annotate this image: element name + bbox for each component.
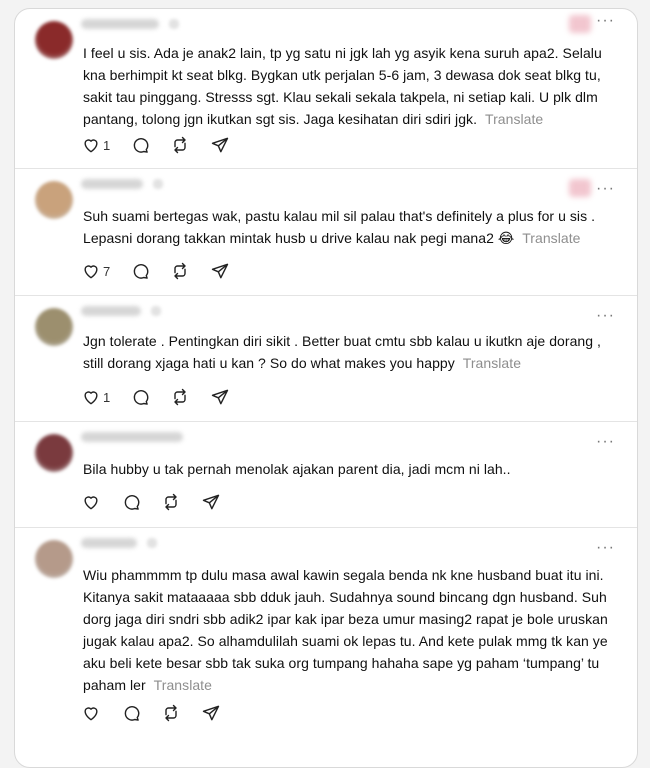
- avatar[interactable]: [35, 540, 73, 578]
- repost-button[interactable]: [170, 261, 190, 281]
- repost-button[interactable]: [170, 387, 190, 407]
- username-blurred[interactable]: [81, 432, 183, 442]
- reply-body: Jgn tolerate . Pentingkan diri sikit . B…: [83, 333, 601, 371]
- like-button[interactable]: [81, 703, 101, 723]
- username-blurred[interactable]: [81, 179, 143, 189]
- replies-panel: ··· I feel u sis. Ada je anak2 lain, tp …: [14, 8, 638, 768]
- share-button[interactable]: [210, 135, 230, 155]
- comment-icon: [133, 138, 149, 153]
- reply-button[interactable]: [121, 703, 141, 723]
- timestamp-blurred: [151, 306, 161, 316]
- timestamp-blurred: [147, 538, 157, 548]
- reply-body: Bila hubby u tak pernah menolak ajakan p…: [83, 461, 511, 477]
- repost-icon: [174, 262, 186, 280]
- avatar[interactable]: [35, 434, 73, 472]
- reply-button[interactable]: [130, 135, 150, 155]
- translate-link[interactable]: Translate: [522, 230, 580, 246]
- translate-link[interactable]: Translate: [154, 677, 212, 693]
- timestamp-blurred: [153, 179, 163, 189]
- share-button[interactable]: [201, 703, 221, 723]
- action-bar: 1: [81, 133, 250, 157]
- avatar[interactable]: [35, 308, 73, 346]
- heart-icon: [84, 139, 98, 153]
- share-button[interactable]: [210, 387, 230, 407]
- heart-icon: [84, 707, 98, 721]
- more-options-icon[interactable]: ···: [596, 308, 615, 324]
- more-options-icon[interactable]: ···: [596, 181, 615, 197]
- send-icon: [202, 705, 220, 721]
- send-icon: [202, 494, 220, 510]
- comment-icon: [133, 390, 149, 405]
- repost-icon: [165, 704, 177, 722]
- action-bar: 7: [81, 259, 250, 283]
- comment-icon: [124, 706, 140, 721]
- translate-link[interactable]: Translate: [485, 111, 543, 127]
- avatar[interactable]: [35, 181, 73, 219]
- reply-text: Jgn tolerate . Pentingkan diri sikit . B…: [83, 330, 619, 374]
- like-count: 7: [103, 263, 111, 279]
- send-icon: [212, 137, 229, 153]
- comment-icon: [124, 495, 140, 510]
- username-blurred[interactable]: [81, 538, 137, 548]
- reply-post: ··· Jgn tolerate . Pentingkan diri sikit…: [15, 296, 637, 422]
- repost-button[interactable]: [161, 703, 181, 723]
- blurred-badge: [569, 15, 591, 33]
- reply-text: Wiu phammmm tp dulu masa awal kawin sega…: [83, 564, 619, 696]
- like-button[interactable]: 1: [81, 387, 110, 407]
- send-icon: [212, 389, 229, 405]
- blurred-badge: [569, 179, 591, 197]
- repost-icon: [165, 493, 177, 511]
- reply-text: Bila hubby u tak pernah menolak ajakan p…: [83, 458, 619, 480]
- action-bar: [81, 701, 241, 725]
- repost-button[interactable]: [161, 492, 181, 512]
- like-count: 1: [103, 389, 111, 405]
- reply-button[interactable]: [121, 492, 141, 512]
- reply-text: Suh suami bertegas wak, pastu kalau mil …: [83, 205, 619, 249]
- more-options-icon[interactable]: ···: [596, 434, 615, 450]
- more-options-icon[interactable]: ···: [596, 13, 615, 29]
- reply-body: Wiu phammmm tp dulu masa awal kawin sega…: [83, 567, 608, 693]
- like-count: 1: [103, 137, 111, 153]
- comment-icon: [133, 264, 149, 279]
- action-bar: [81, 490, 241, 514]
- heart-icon: [84, 265, 98, 279]
- translate-link[interactable]: Translate: [463, 355, 521, 371]
- like-button[interactable]: 7: [81, 261, 110, 281]
- avatar[interactable]: [35, 21, 73, 59]
- username-blurred[interactable]: [81, 19, 159, 29]
- reply-text: I feel u sis. Ada je anak2 lain, tp yg s…: [83, 42, 619, 130]
- heart-icon: [84, 391, 98, 405]
- like-button[interactable]: 1: [81, 135, 110, 155]
- reply-button[interactable]: [130, 387, 150, 407]
- share-button[interactable]: [201, 492, 221, 512]
- username-blurred[interactable]: [81, 306, 141, 316]
- repost-button[interactable]: [170, 135, 190, 155]
- reply-body: Suh suami bertegas wak, pastu kalau mil …: [83, 208, 596, 246]
- reply-post: ··· I feel u sis. Ada je anak2 lain, tp …: [15, 9, 637, 169]
- heart-icon: [84, 496, 98, 510]
- more-options-icon[interactable]: ···: [596, 540, 615, 556]
- timestamp-blurred: [169, 19, 179, 29]
- repost-icon: [174, 136, 186, 154]
- reply-button[interactable]: [130, 261, 150, 281]
- action-bar: 1: [81, 385, 250, 409]
- like-button[interactable]: [81, 492, 101, 512]
- reply-post: ··· Bila hubby u tak pernah menolak ajak…: [15, 422, 637, 528]
- reply-post: ··· Wiu phammmm tp dulu masa awal kawin …: [15, 528, 637, 767]
- send-icon: [212, 263, 229, 279]
- share-button[interactable]: [210, 261, 230, 281]
- reply-post: ··· Suh suami bertegas wak, pastu kalau …: [15, 169, 637, 296]
- repost-icon: [174, 388, 186, 406]
